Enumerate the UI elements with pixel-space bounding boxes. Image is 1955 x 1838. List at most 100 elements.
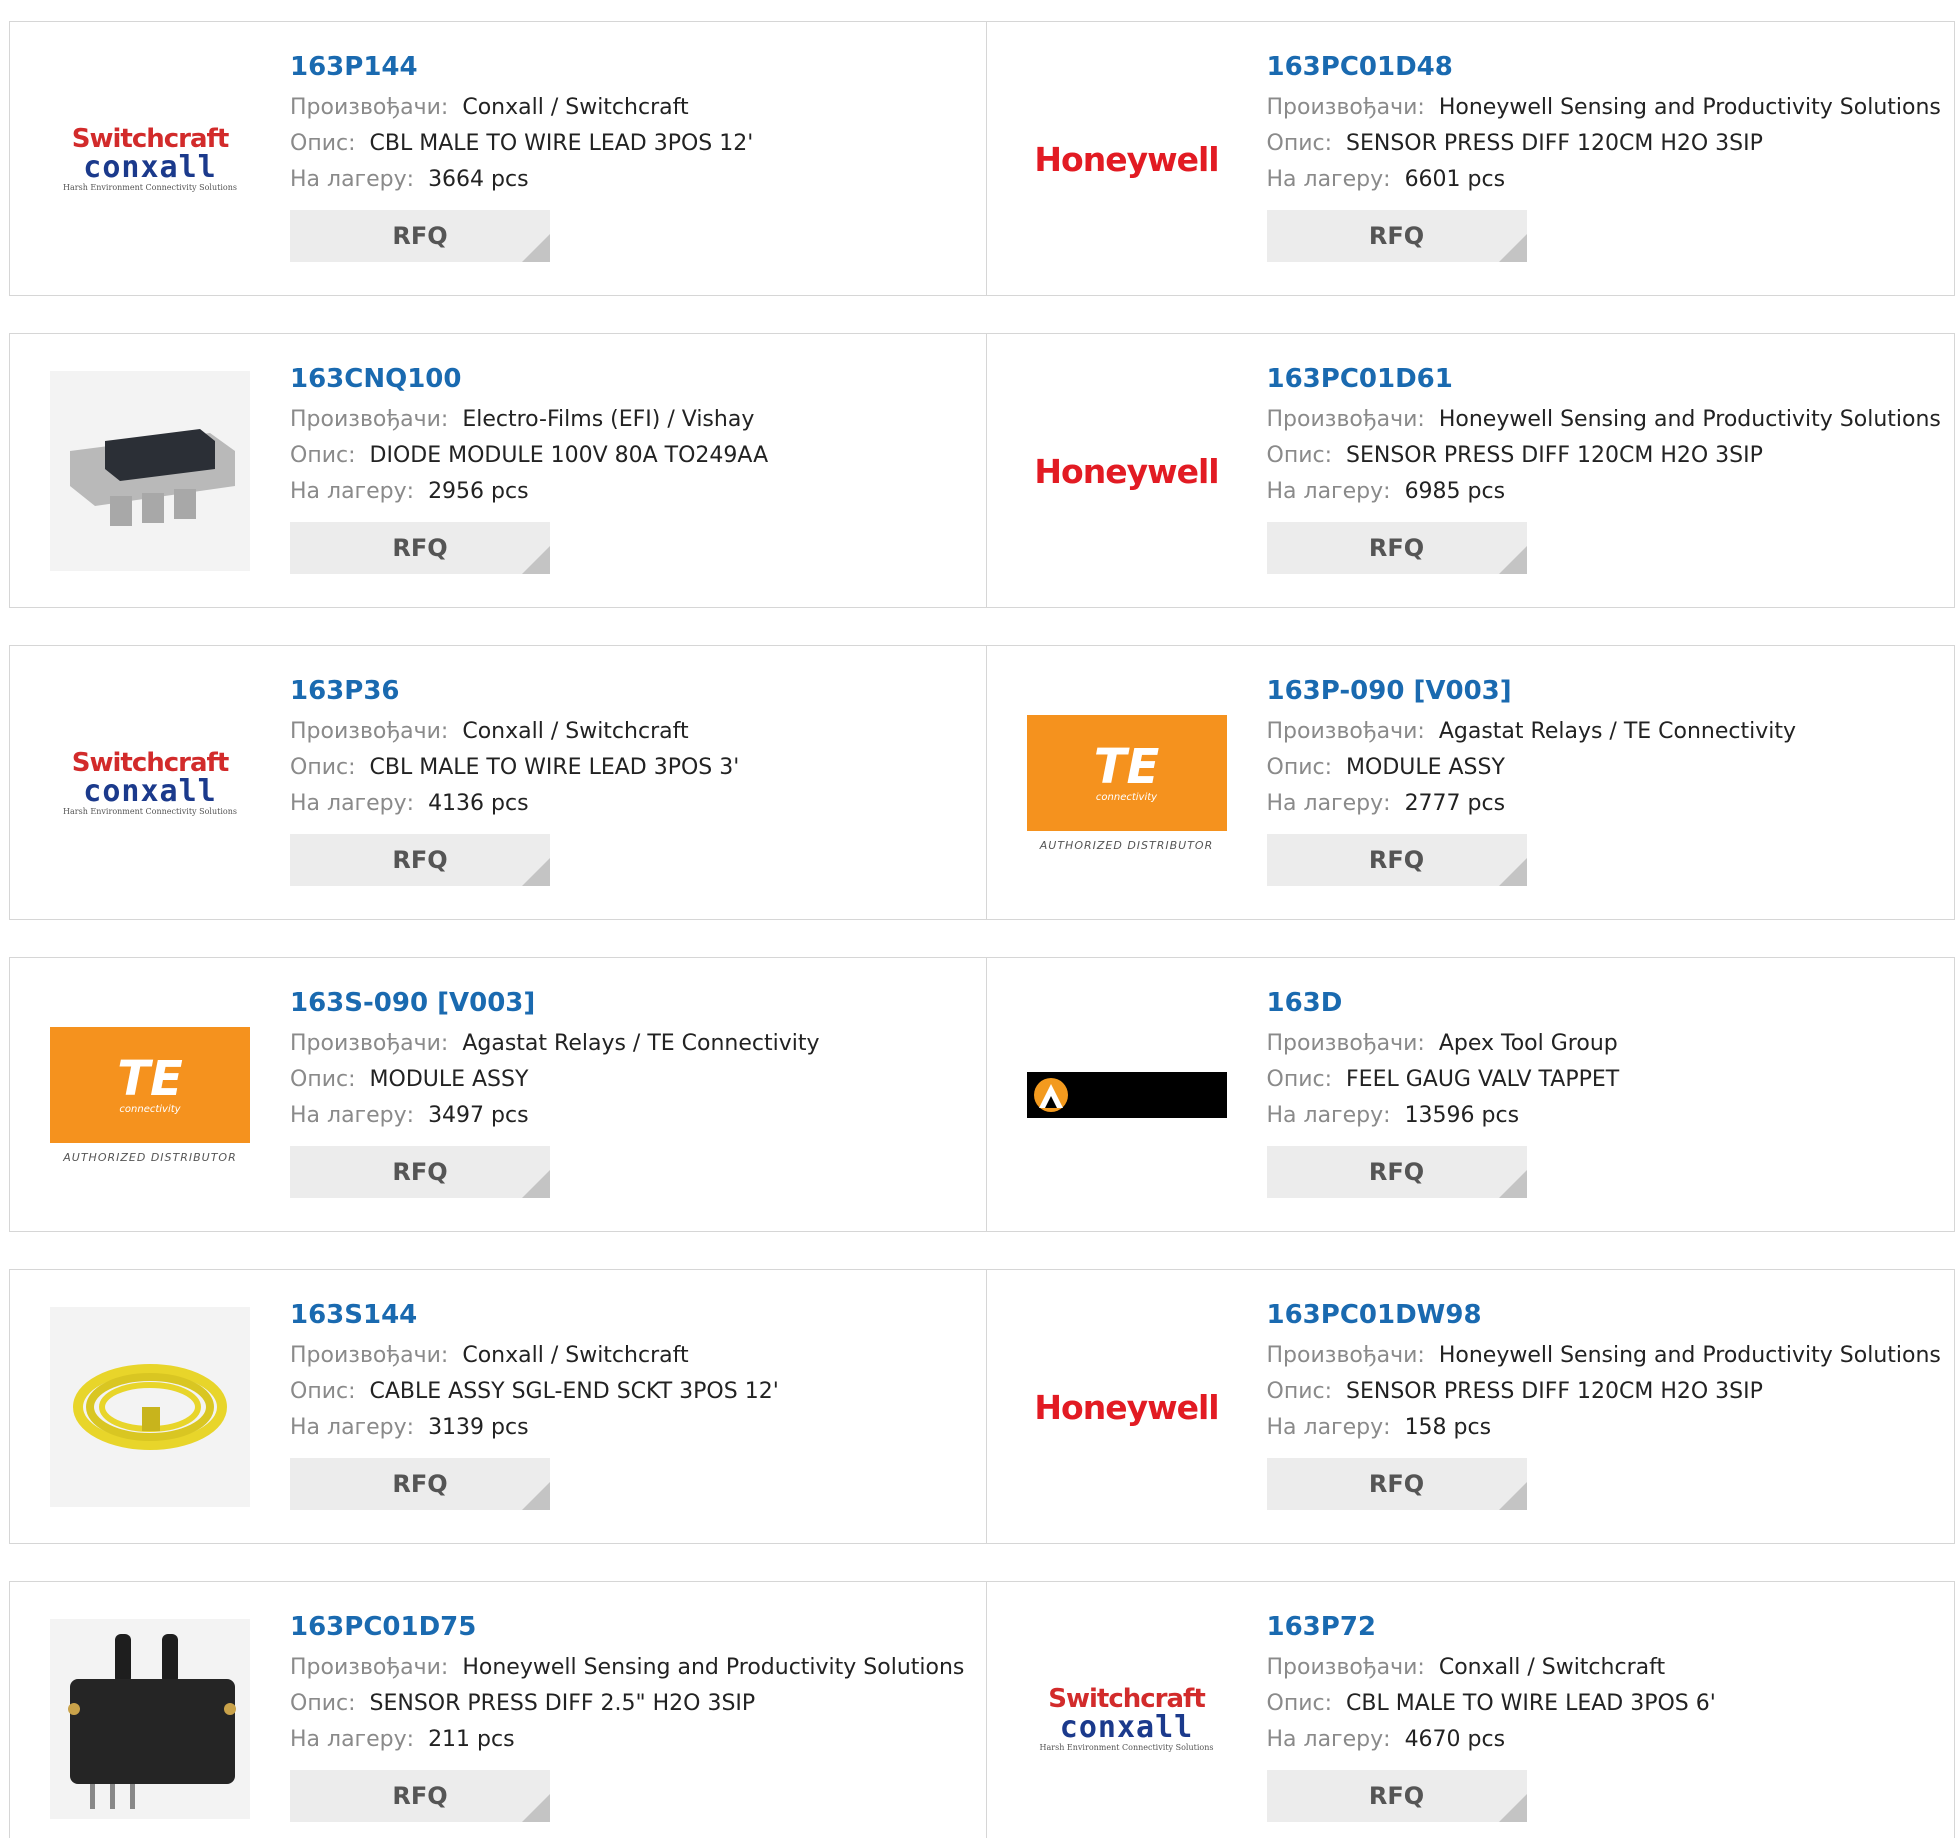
switchcraft-conxall-logo: Switchcraft conxall Harsh Environment Co… bbox=[50, 749, 250, 817]
manufacturer-row: Произвођачи: Honeywell Sensing and Produc… bbox=[1267, 402, 1941, 438]
te-subtitle: connectivity bbox=[1095, 792, 1158, 803]
corner-triangle-icon bbox=[1498, 858, 1527, 886]
product-card: Switchcraft conxall Harsh Environment Co… bbox=[9, 21, 987, 296]
conxall-tagline: Harsh Environment Connectivity Solutions bbox=[63, 183, 237, 192]
corner-triangle-icon bbox=[522, 234, 550, 262]
manufacturer-label: Произвођачи: bbox=[1266, 719, 1425, 744]
rfq-button[interactable]: RFQ bbox=[1266, 1458, 1527, 1510]
product-logo-area[interactable]: Honeywell bbox=[1027, 371, 1227, 571]
stock-row: На лагеру: 211 pcs bbox=[290, 1722, 964, 1758]
corner-triangle-icon bbox=[522, 1170, 550, 1198]
product-row: 163CNQ100 Произвођачи: Electro-Films (EFI)… bbox=[9, 333, 1955, 608]
product-logo-area[interactable]: Switchcraft conxall Harsh Environment Co… bbox=[50, 59, 250, 259]
honeywell-logo: Honeywell bbox=[1034, 451, 1219, 491]
product-info: 163S-090 [V003] Произвођачи: Agastat Relay… bbox=[290, 988, 820, 1198]
description-row: Опис: CBL MALE TO WIRE LEAD 3POS 12' bbox=[290, 126, 753, 162]
manufacturer-value: Apex Tool Group bbox=[1438, 1031, 1618, 1056]
part-number-link[interactable]: 163PC01D61 bbox=[1267, 364, 1941, 402]
rfq-button[interactable]: RFQ bbox=[1266, 210, 1527, 262]
rfq-button[interactable]: RFQ bbox=[290, 210, 550, 262]
manufacturer-label: Произвођачи: bbox=[290, 1655, 449, 1680]
manufacturer-label: Произвођачи: bbox=[1266, 1031, 1425, 1056]
rfq-button[interactable]: RFQ bbox=[1266, 834, 1527, 886]
product-logo-area[interactable] bbox=[1026, 995, 1227, 1195]
rfq-button[interactable]: RFQ bbox=[290, 1458, 550, 1510]
rfq-button[interactable]: RFQ bbox=[1266, 522, 1527, 574]
description-value: SENSOR PRESS DIFF 120CM H2O 3SIP bbox=[1346, 131, 1763, 156]
description-label: Опис: bbox=[290, 1691, 356, 1716]
rfq-button[interactable]: RFQ bbox=[290, 1146, 550, 1198]
part-number-link[interactable]: 163P-090 [V003] bbox=[1267, 676, 1797, 714]
description-value: SENSOR PRESS DIFF 120CM H2O 3SIP bbox=[1346, 443, 1763, 468]
product-logo-area[interactable] bbox=[50, 1619, 250, 1819]
rfq-button[interactable]: RFQ bbox=[290, 1770, 550, 1822]
manufacturer-value: Agastat Relays / TE Connectivity bbox=[1438, 719, 1797, 744]
rfq-label: RFQ bbox=[1368, 1470, 1425, 1498]
stock-value: 2956 pcs bbox=[428, 479, 529, 504]
product-card: Honeywell 163PC01DW98 Произвођачи: Honeywe… bbox=[986, 1269, 1955, 1544]
product-logo-area[interactable]: TE connectivity AUTHORIZED DISTRIBUTOR bbox=[50, 995, 250, 1195]
te-wordmark: TE bbox=[117, 1051, 183, 1107]
description-row: Опис: FEEL GAUG VALV TAPPET bbox=[1267, 1062, 1620, 1098]
te-wordmark: TE bbox=[1093, 739, 1160, 795]
product-row: 163PC01D75 Произвођачи: Honeywell Sensing … bbox=[9, 1581, 1955, 1838]
part-number-link[interactable]: 163P36 bbox=[290, 676, 739, 714]
rfq-button[interactable]: RFQ bbox=[290, 522, 550, 574]
honeywell-logo: Honeywell bbox=[1034, 1387, 1219, 1427]
manufacturer-row: Произвођачи: Apex Tool Group bbox=[1267, 1026, 1620, 1062]
product-logo-area[interactable]: Switchcraft conxall Harsh Environment Co… bbox=[1027, 1619, 1227, 1819]
product-logo-area[interactable]: Switchcraft conxall Harsh Environment Co… bbox=[50, 683, 250, 883]
product-info: 163P144 Произвођачи: Conxall / Switchcraft… bbox=[290, 52, 753, 262]
stock-row: На лагеру: 4136 pcs bbox=[290, 786, 739, 822]
product-logo-area[interactable]: TE connectivity AUTHORIZED DISTRIBUTOR bbox=[1026, 683, 1227, 883]
conxall-wordmark: conxall bbox=[83, 774, 217, 809]
rfq-button[interactable]: RFQ bbox=[1266, 1770, 1527, 1822]
product-logo-area[interactable] bbox=[50, 1307, 250, 1507]
switchcraft-conxall-logo: Switchcraft conxall Harsh Environment Co… bbox=[50, 125, 250, 193]
rfq-label: RFQ bbox=[1368, 222, 1425, 250]
part-number-link[interactable]: 163P72 bbox=[1267, 1612, 1716, 1650]
part-number-link[interactable]: 163PC01D48 bbox=[1267, 52, 1941, 90]
product-logo-area[interactable]: Honeywell bbox=[1027, 1307, 1227, 1507]
manufacturer-value: Agastat Relays / TE Connectivity bbox=[462, 1031, 820, 1056]
description-value: SENSOR PRESS DIFF 2.5" H2O 3SIP bbox=[369, 1691, 756, 1716]
part-number-link[interactable]: 163PC01DW98 bbox=[1267, 1300, 1941, 1338]
rfq-label: RFQ bbox=[1368, 846, 1425, 874]
description-value: SENSOR PRESS DIFF 120CM H2O 3SIP bbox=[1346, 1379, 1763, 1404]
corner-triangle-icon bbox=[522, 1482, 550, 1510]
description-value: MODULE ASSY bbox=[1346, 755, 1505, 780]
rfq-button[interactable]: RFQ bbox=[1266, 1146, 1527, 1198]
yellow-cable-photo bbox=[50, 1307, 250, 1507]
rfq-label: RFQ bbox=[392, 1470, 448, 1498]
manufacturer-row: Произвођачи: Agastat Relays / TE Connecti… bbox=[290, 1026, 820, 1062]
part-number-link[interactable]: 163CNQ100 bbox=[290, 364, 768, 402]
product-logo-area[interactable] bbox=[50, 371, 250, 571]
description-label: Опис: bbox=[290, 755, 356, 780]
product-info: 163PC01D61 Произвођачи: Honeywell Sensing … bbox=[1266, 364, 1941, 574]
manufacturer-value: Honeywell Sensing and Productivity Solut… bbox=[1438, 407, 1941, 432]
description-row: Опис: CABLE ASSY SGL-END SCKT 3POS 12' bbox=[290, 1374, 779, 1410]
stock-label: На лагеру: bbox=[290, 1415, 415, 1440]
product-card: TE connectivity AUTHORIZED DISTRIBUTOR 1… bbox=[986, 645, 1955, 920]
product-info: 163PC01D75 Произвођачи: Honeywell Sensing … bbox=[290, 1612, 964, 1822]
manufacturer-label: Произвођачи: bbox=[1266, 1343, 1425, 1368]
stock-label: На лагеру: bbox=[290, 1727, 415, 1752]
part-number-link[interactable]: 163S-090 [V003] bbox=[290, 988, 820, 1026]
part-number-link[interactable]: 163D bbox=[1267, 988, 1620, 1026]
apex-tool-group-logo bbox=[1026, 1072, 1227, 1118]
description-value: CABLE ASSY SGL-END SCKT 3POS 12' bbox=[369, 1379, 779, 1404]
part-number-link[interactable]: 163PC01D75 bbox=[290, 1612, 964, 1650]
rfq-button[interactable]: RFQ bbox=[290, 834, 550, 886]
part-number-link[interactable]: 163S144 bbox=[290, 1300, 779, 1338]
stock-value: 4670 pcs bbox=[1404, 1727, 1506, 1752]
rfq-label: RFQ bbox=[392, 1158, 448, 1186]
product-info: 163P36 Произвођачи: Conxall / Switchcraft О… bbox=[290, 676, 739, 886]
stock-label: На лагеру: bbox=[290, 479, 415, 504]
product-card: Honeywell 163PC01D48 Произвођачи: Honeywel… bbox=[986, 21, 1955, 296]
product-info: 163PC01DW98 Произвођачи: Honeywell Sensing… bbox=[1266, 1300, 1941, 1510]
product-logo-area[interactable]: Honeywell bbox=[1027, 59, 1227, 259]
part-number-link[interactable]: 163P144 bbox=[290, 52, 753, 90]
product-card: Honeywell 163PC01D61 Произвођачи: Honeywel… bbox=[986, 333, 1955, 608]
stock-row: На лагеру: 6985 pcs bbox=[1267, 474, 1941, 510]
product-row: Switchcraft conxall Harsh Environment Co… bbox=[9, 21, 1955, 296]
